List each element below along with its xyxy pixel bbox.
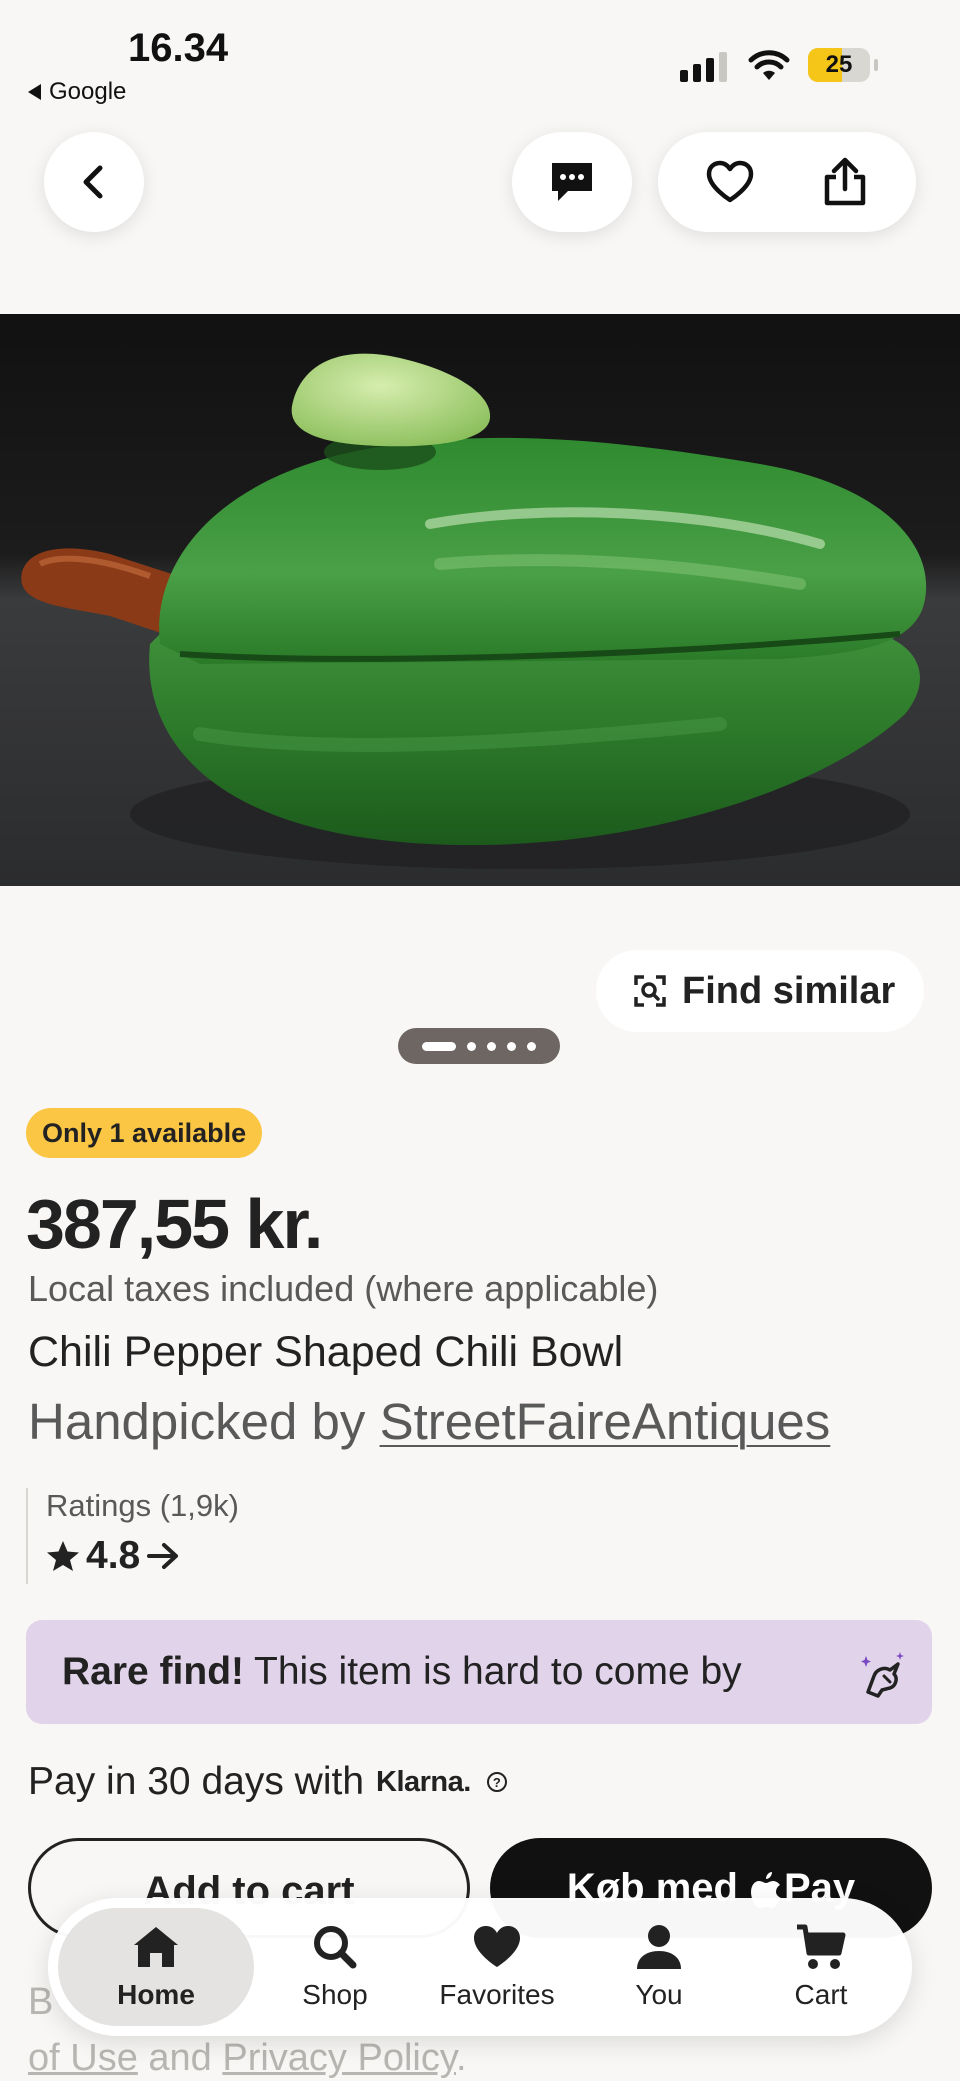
tax-note: Local taxes included (where applicable) — [28, 1268, 659, 1309]
shop-name-link[interactable]: StreetFaireAntiques — [380, 1393, 831, 1450]
chevron-left-icon — [83, 165, 103, 199]
back-triangle-icon — [28, 84, 41, 100]
tab-cart-label: Cart — [794, 1979, 848, 2010]
listing-title: Chili Pepper Shaped Chili Bowl — [28, 1328, 624, 1376]
arrow-right-icon — [147, 1543, 179, 1569]
carousel-dot[interactable] — [467, 1041, 476, 1051]
rating-value: 4.8 — [86, 1534, 141, 1577]
info-icon[interactable]: ? — [486, 1772, 507, 1792]
tab-shop[interactable]: Shop — [254, 1908, 416, 2026]
rare-find-bold: Rare find! — [62, 1650, 245, 1693]
handpicked-line: Handpicked by StreetFaireAntiques — [28, 1392, 830, 1451]
share-button[interactable] — [813, 150, 877, 214]
battery-indicator: 25 — [808, 48, 878, 82]
person-icon — [637, 1925, 681, 1969]
carousel-dot[interactable] — [487, 1041, 496, 1051]
home-icon — [134, 1927, 178, 1967]
tab-you[interactable]: You — [578, 1908, 740, 2026]
product-photo — [0, 314, 960, 886]
star-icon — [47, 1541, 79, 1571]
carousel-dot[interactable] — [527, 1041, 536, 1051]
heart-icon — [474, 1926, 520, 1967]
favorite-button[interactable] — [698, 150, 762, 214]
visual-search-icon — [634, 975, 666, 1007]
chat-bubble-icon — [552, 163, 592, 201]
unicorn-sparkle-icon — [861, 1652, 904, 1698]
share-icon — [824, 157, 865, 206]
rating-value-row: 4.8 — [46, 1534, 239, 1578]
cart-icon — [797, 1924, 846, 1969]
terms-of-use-link[interactable]: of Use — [28, 2037, 138, 2079]
back-to-app-link[interactable]: Google — [28, 78, 126, 106]
ratings-label: Ratings (1,9k) — [46, 1488, 239, 1523]
tab-favorites-label: Favorites — [439, 1979, 555, 2010]
tab-shop-label: Shop — [302, 1979, 368, 2010]
rare-find-banner: Rare find! This item is hard to come by — [26, 1620, 932, 1724]
rare-find-text: This item is hard to come by — [254, 1650, 742, 1693]
favorite-share-group — [658, 132, 916, 232]
back-app-label: Google — [49, 78, 127, 105]
carousel-indicator[interactable] — [398, 1028, 560, 1064]
klarna-row[interactable]: Pay in 30 days with Klarna. ? — [28, 1760, 507, 1804]
terms-end: . — [456, 2037, 467, 2079]
message-seller-button[interactable] — [512, 132, 632, 232]
wifi-icon — [748, 50, 790, 80]
cellular-signal-icon — [680, 52, 727, 82]
back-button[interactable] — [44, 132, 144, 232]
tab-cart[interactable]: Cart — [740, 1908, 902, 2026]
price: 387,55 kr. — [26, 1185, 323, 1263]
status-time: 16.34 — [128, 26, 229, 70]
bottom-tab-bar: Home Shop Favorites You Cart — [48, 1898, 912, 2036]
battery-percent: 25 — [825, 51, 853, 78]
product-image[interactable] — [0, 314, 960, 886]
find-similar-button[interactable]: Find similar — [596, 950, 924, 1032]
status-bar: 16.34 Google 25 — [0, 0, 960, 120]
carousel-dot[interactable] — [507, 1041, 516, 1051]
terms-line-2: of Use and Privacy Policy. — [28, 2030, 467, 2081]
stock-badge: Only 1 available — [26, 1108, 263, 1158]
terms-and: and — [148, 2037, 212, 2079]
heart-outline-icon — [706, 160, 753, 203]
klarna-prefix: Pay in 30 days with — [28, 1760, 365, 1803]
carousel-dot[interactable] — [422, 1041, 456, 1051]
ratings-block[interactable]: Ratings (1,9k) 4.8 — [26, 1488, 239, 1584]
tab-home-label: Home — [117, 1979, 195, 2010]
privacy-policy-link[interactable]: Privacy Policy — [222, 2037, 456, 2079]
tab-favorites[interactable]: Favorites — [416, 1908, 578, 2026]
search-icon — [314, 1926, 357, 1969]
find-similar-label: Find similar — [682, 969, 896, 1012]
handpicked-prefix: Handpicked by — [28, 1393, 366, 1450]
klarna-logo: Klarna. — [376, 1765, 471, 1798]
tab-you-label: You — [635, 1979, 683, 2010]
tab-home[interactable]: Home — [58, 1908, 254, 2026]
